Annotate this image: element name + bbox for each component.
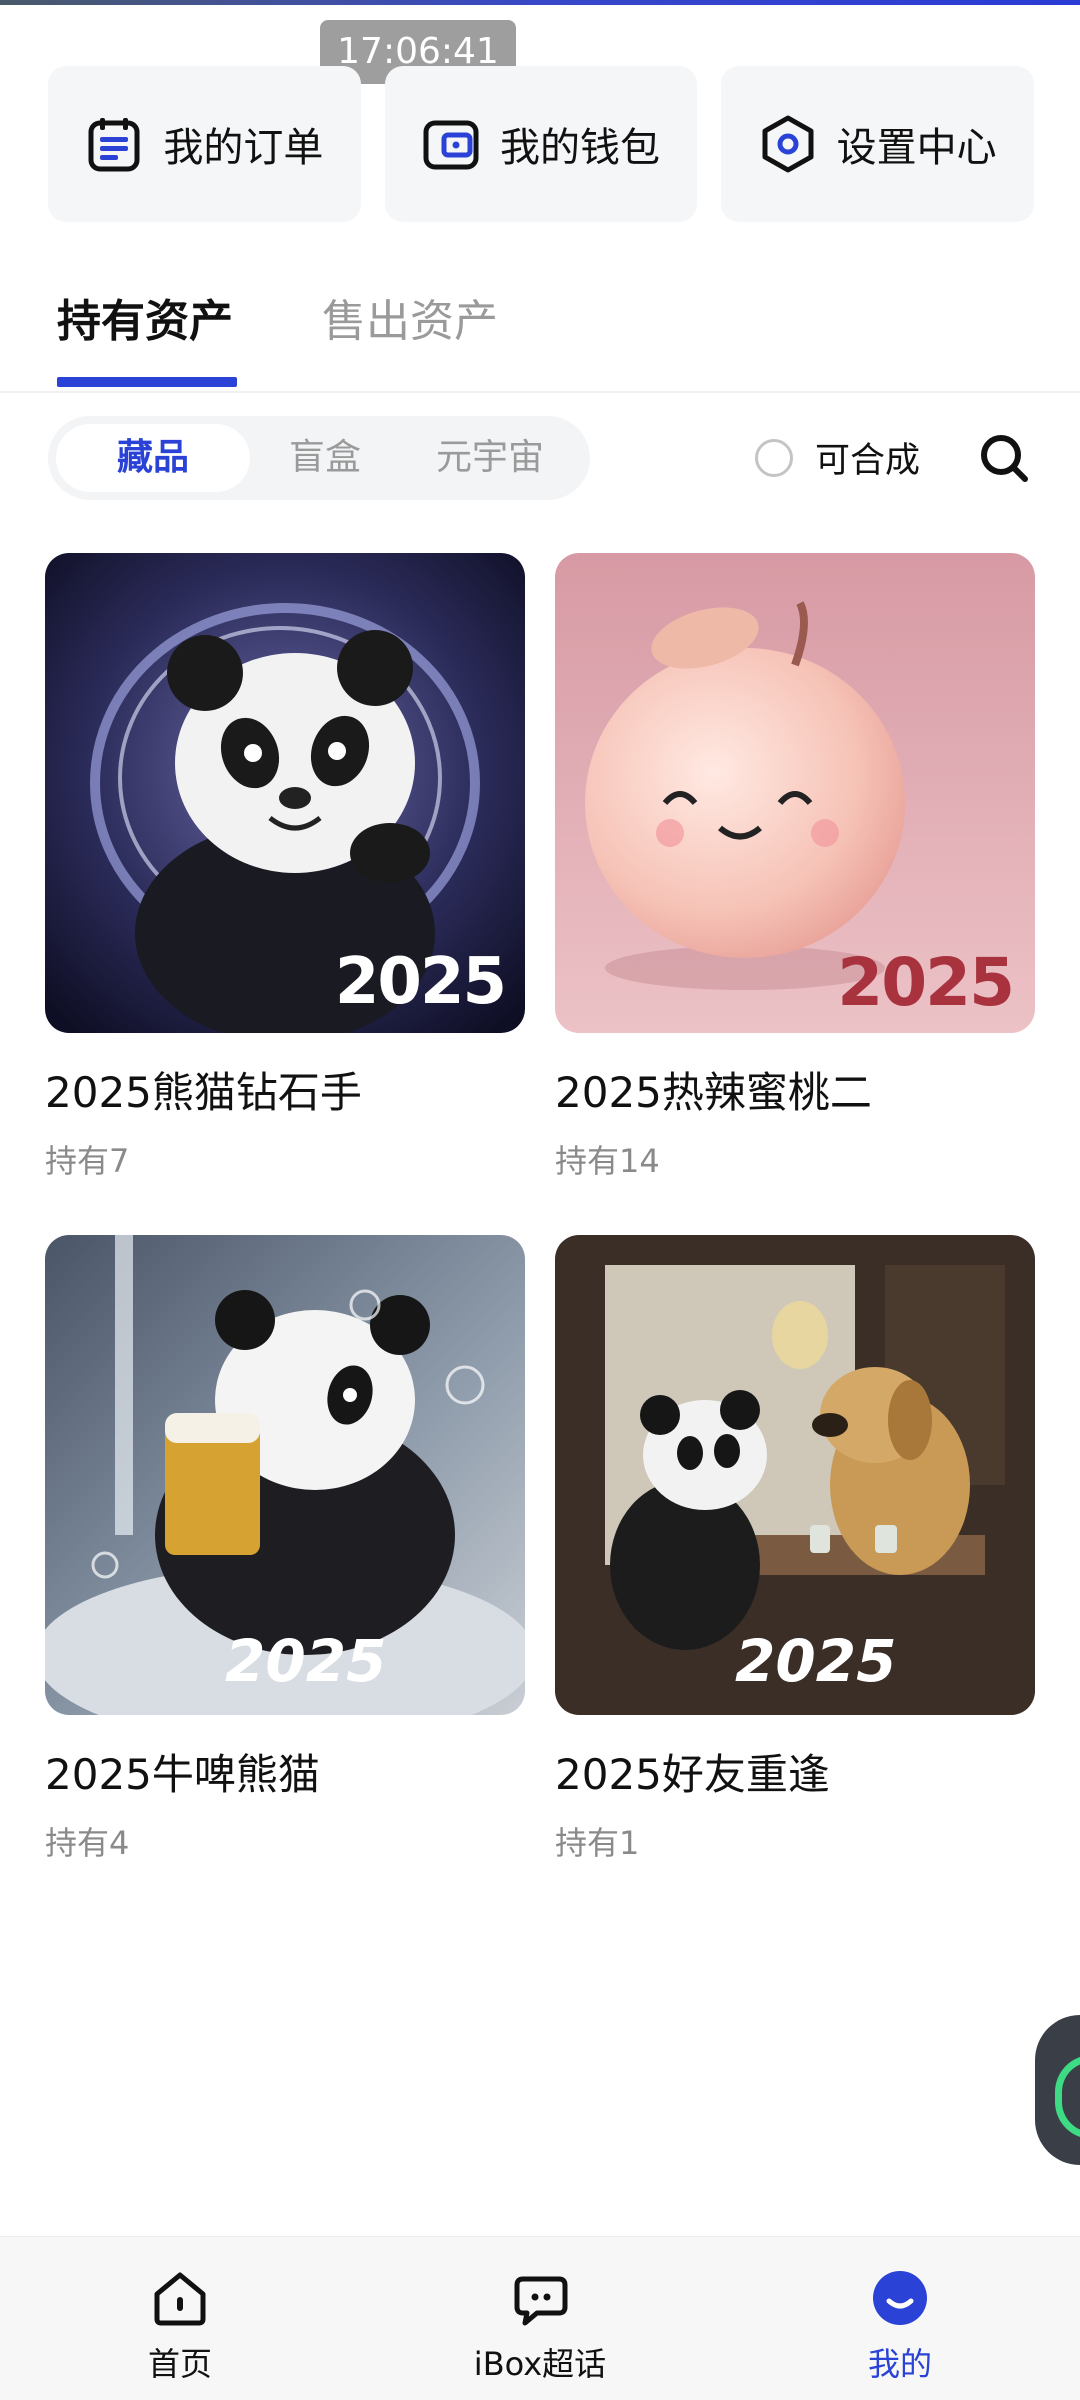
card-holding: 持有4 xyxy=(45,1824,130,1862)
my-assets-page: 17:06:41 我的订单 我的钱包 设置中心 持有资产 售出资产 藏品 盲盒 … xyxy=(0,0,1080,2400)
search-icon[interactable] xyxy=(978,432,1030,484)
year-watermark: 2025 xyxy=(225,1627,387,1695)
chat-icon xyxy=(514,2276,568,2326)
nav-home-label: 首页 xyxy=(147,2345,212,2383)
composable-filter[interactable]: 可合成 xyxy=(755,432,920,483)
category-segment: 藏品 盲盒 元宇宙 xyxy=(48,416,590,500)
wallet-icon xyxy=(423,120,479,170)
settings-center-button[interactable]: 设置中心 xyxy=(721,66,1035,222)
nav-home[interactable]: 首页 xyxy=(60,2267,300,2385)
my-orders-button[interactable]: 我的订单 xyxy=(48,66,361,222)
composable-radio[interactable] xyxy=(755,438,793,477)
card-holding: 持有7 xyxy=(45,1142,130,1180)
tab-held-assets[interactable]: 持有资产 xyxy=(57,285,233,349)
segment-metaverse[interactable]: 元宇宙 xyxy=(400,424,580,492)
composable-label: 可合成 xyxy=(815,441,921,481)
segment-blind-box[interactable]: 盲盒 xyxy=(250,424,400,492)
my-orders-label: 我的订单 xyxy=(163,125,324,171)
card-title: 2025牛啤熊猫 xyxy=(45,1750,320,1799)
quick-actions: 我的订单 我的钱包 设置中心 xyxy=(48,66,1035,222)
card-title: 2025热辣蜜桃二 xyxy=(555,1068,872,1117)
profile-icon xyxy=(873,2271,927,2325)
settings-hex-icon xyxy=(762,115,814,173)
settings-center-label: 设置中心 xyxy=(836,125,997,171)
card-holding: 持有14 xyxy=(555,1142,660,1180)
order-list-icon xyxy=(88,118,140,172)
smiling-peach-image: 2025 xyxy=(555,553,1035,1033)
panda-diamond-hand-image: 2025 xyxy=(45,553,525,1033)
nav-ibox-topics[interactable]: iBox超话 xyxy=(420,2267,660,2385)
top-progress-strip xyxy=(0,0,1080,5)
year-watermark: 2025 xyxy=(334,945,507,1019)
my-wallet-button[interactable]: 我的钱包 xyxy=(384,66,698,222)
collection-card[interactable]: 2025 2025好友重逢 持有1 xyxy=(555,1235,1035,1864)
collection-card[interactable]: 2025 2025熊猫钻石手 持有7 xyxy=(45,553,525,1182)
nav-mine[interactable]: 我的 xyxy=(780,2267,1020,2385)
tab-sold-assets[interactable]: 售出资产 xyxy=(322,285,498,349)
collection-card[interactable]: 2025 2025牛啤熊猫 持有4 xyxy=(45,1235,525,1864)
nav-mine-label: 我的 xyxy=(867,2345,932,2383)
asset-tabs: 持有资产 售出资产 xyxy=(0,255,1080,393)
active-tab-indicator xyxy=(57,377,237,387)
collection-card[interactable]: 2025 2025热辣蜜桃二 持有14 xyxy=(555,553,1035,1182)
segment-collectibles[interactable]: 藏品 xyxy=(56,424,250,492)
card-title: 2025好友重逢 xyxy=(555,1750,830,1799)
bottom-nav: 首页 iBox超话 我的 xyxy=(0,2236,1080,2400)
card-title: 2025熊猫钻石手 xyxy=(45,1068,362,1117)
my-wallet-label: 我的钱包 xyxy=(500,125,660,171)
home-icon xyxy=(154,2272,206,2326)
panda-dog-reunion-image: 2025 xyxy=(555,1235,1035,1715)
card-holding: 持有1 xyxy=(555,1824,640,1862)
floating-assist-button[interactable] xyxy=(1035,2015,1080,2165)
year-watermark: 2025 xyxy=(735,1627,897,1695)
panda-beer-image: 2025 xyxy=(45,1235,525,1715)
nav-ibox-topics-label: iBox超话 xyxy=(473,2345,607,2383)
year-watermark: 2025 xyxy=(837,944,1015,1021)
